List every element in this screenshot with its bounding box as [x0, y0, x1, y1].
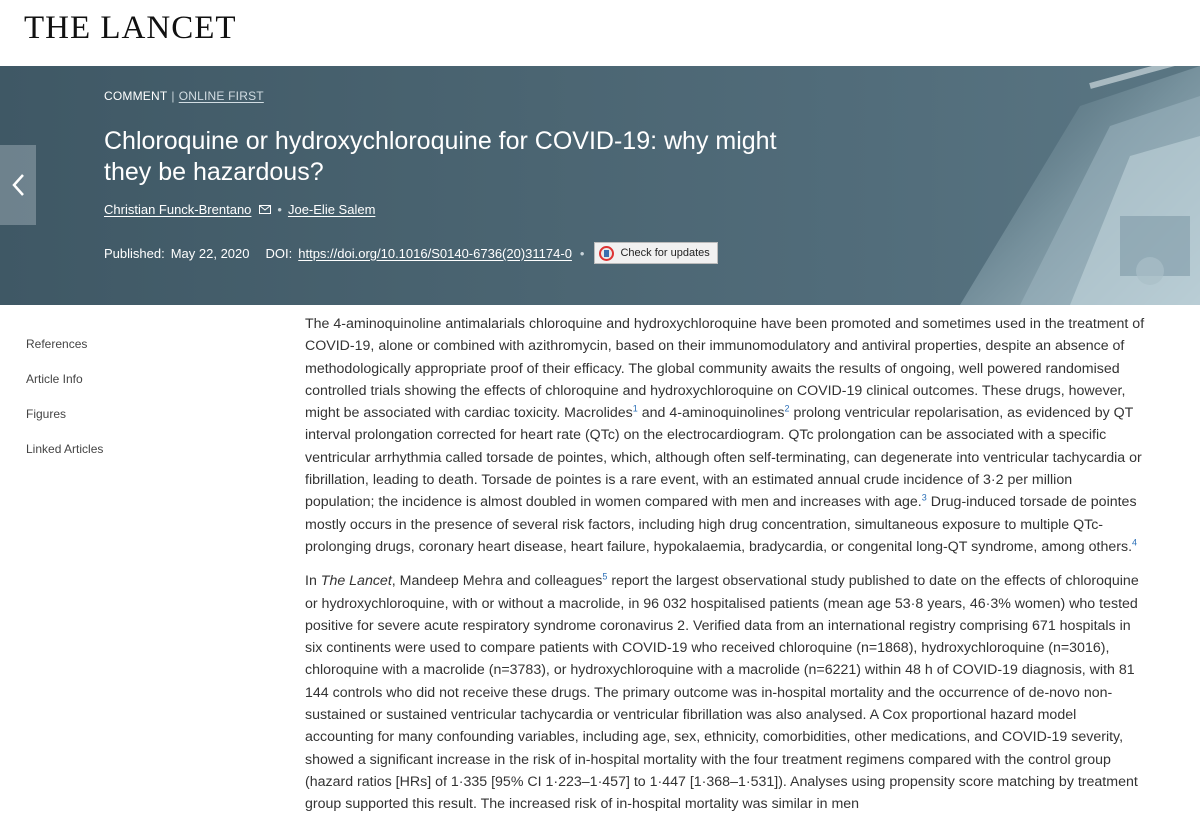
author-link[interactable]: Joe-Elie Salem [288, 202, 375, 217]
article-body: The 4-aminoquinoline antimalarials chlor… [305, 313, 1145, 828]
chevron-left-icon [12, 174, 24, 196]
site-logo[interactable]: THE LANCET [24, 10, 237, 47]
doi-link[interactable]: https://doi.org/10.1016/S0140-6736(20)31… [298, 246, 572, 261]
paragraph: In The Lancet, Mandeep Mehra and colleag… [305, 571, 1139, 813]
previous-article-button[interactable] [0, 145, 36, 225]
check-for-updates-label: Check for updates [620, 247, 710, 259]
crossmark-icon [599, 245, 615, 261]
article-title: Chloroquine or hydroxychloroquine for CO… [104, 127, 777, 186]
author-separator: • [277, 202, 282, 217]
category-label: COMMENT [104, 89, 168, 103]
article-sidenav: References Article Info Figures Linked A… [26, 336, 226, 476]
sidenav-item-references[interactable]: References [26, 336, 226, 371]
published-date: May 22, 2020 [170, 245, 250, 261]
author-list: Christian Funck-Brentano • Joe-Elie Sale… [104, 202, 375, 217]
envelope-icon[interactable] [259, 202, 272, 217]
reference-link[interactable]: 4 [1132, 537, 1137, 547]
check-for-updates-button[interactable]: Check for updates [594, 242, 718, 264]
author-link[interactable]: Christian Funck-Brentano [104, 202, 251, 217]
online-first-link[interactable]: ONLINE FIRST [179, 89, 264, 103]
header-photo [960, 66, 1200, 305]
journal-name: The Lancet [320, 573, 392, 590]
separator-dot: • [579, 245, 585, 261]
masthead: THE LANCET [0, 0, 1200, 66]
paragraph: The 4-aminoquinoline antimalarials chlor… [305, 316, 1145, 555]
sidenav-item-linked-articles[interactable]: Linked Articles [26, 441, 226, 476]
sidenav-item-article-info[interactable]: Article Info [26, 371, 226, 406]
published-label: Published: [104, 245, 165, 261]
sidenav-item-figures[interactable]: Figures [26, 406, 226, 441]
publication-info: Published: May 22, 2020 DOI: https://doi… [104, 242, 718, 264]
doi-label: DOI: [265, 245, 293, 261]
article-header: COMMENT | ONLINE FIRST Chloroquine or hydr… [0, 66, 1200, 305]
article-category: COMMENT | ONLINE FIRST [104, 89, 264, 103]
